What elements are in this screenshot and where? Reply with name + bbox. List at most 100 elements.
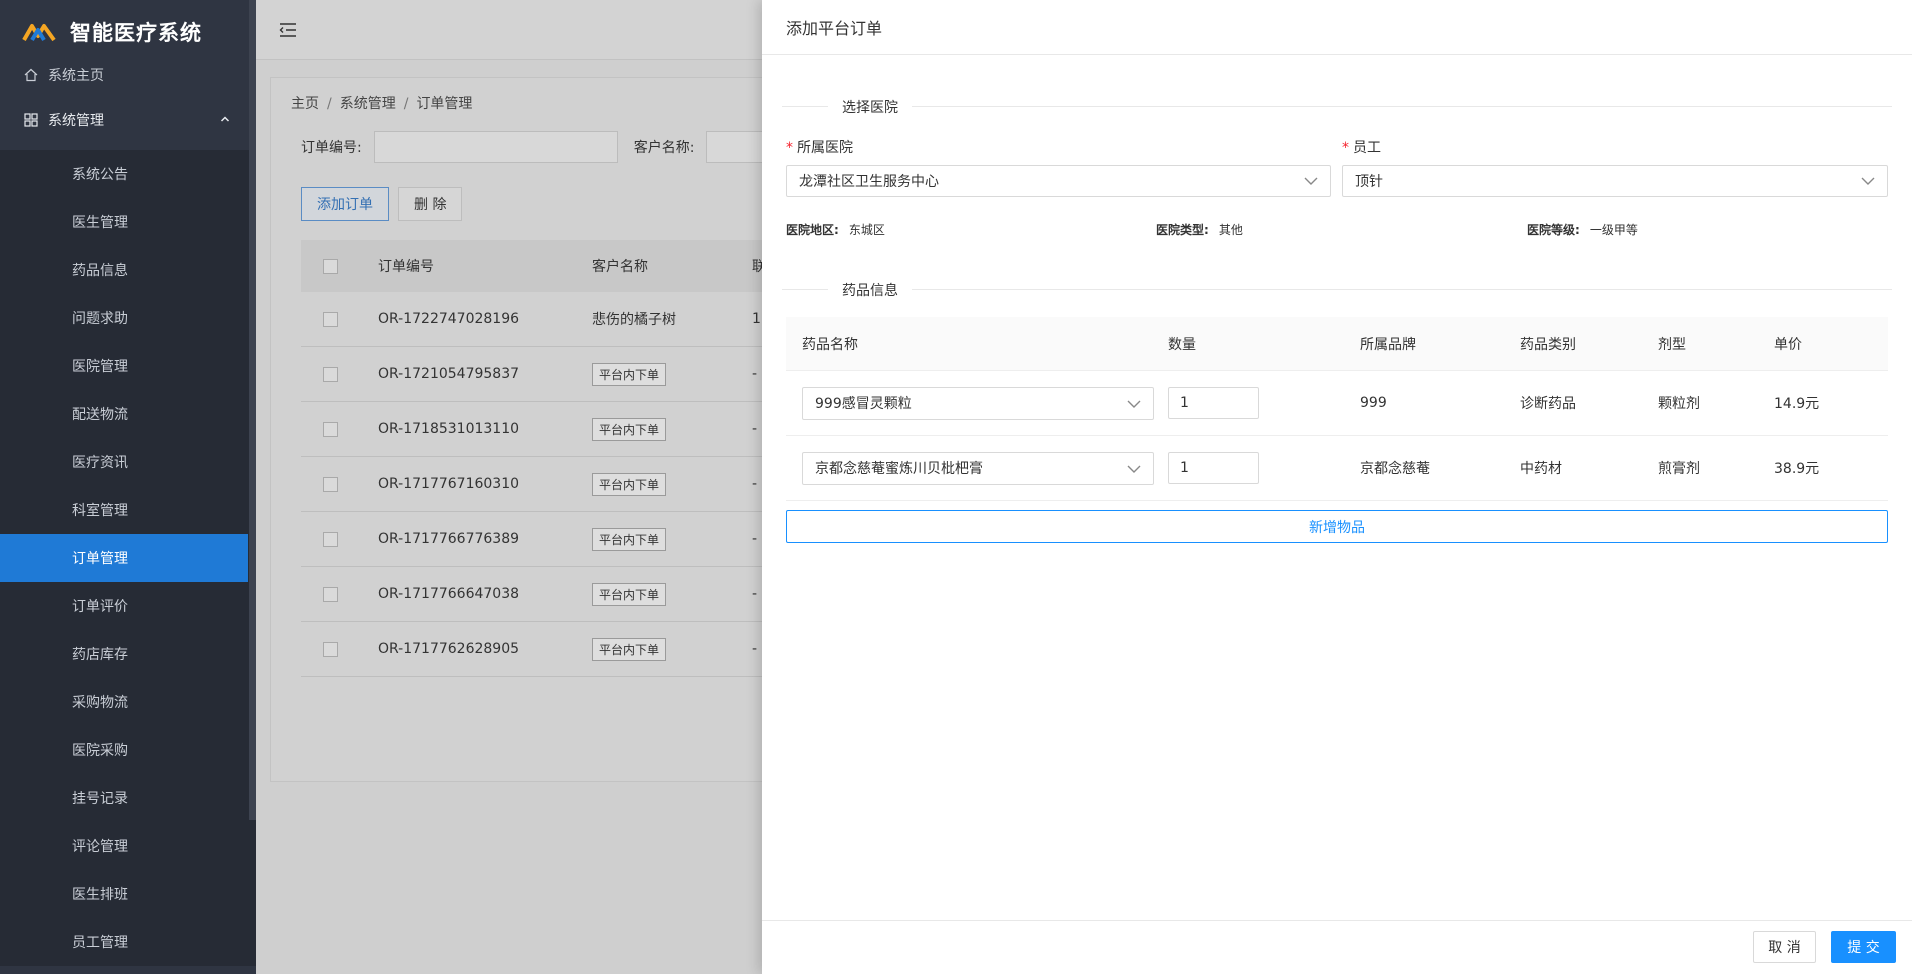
row-order-code: OR-1721054795837 xyxy=(378,366,520,382)
sidebar-item-doctors[interactable]: 医生管理 xyxy=(0,198,256,246)
hospital-select[interactable]: 龙潭社区卫生服务中心 xyxy=(786,165,1331,197)
order-code-input[interactable] xyxy=(373,131,618,163)
sidebar-item-label: 药店库存 xyxy=(72,647,128,663)
sidebar-item-label: 采购物流 xyxy=(72,695,128,711)
row-checkbox[interactable] xyxy=(323,476,338,492)
row-customer-tag: 平台内下单 xyxy=(592,582,667,606)
row-customer-tag: 平台内下单 xyxy=(592,362,667,386)
row-customer-tag: 平台内下单 xyxy=(592,417,667,441)
sidebar-item-medicine-info[interactable]: 药品信息 xyxy=(0,246,256,294)
row-checkbox[interactable] xyxy=(323,586,338,602)
cancel-button[interactable]: 取 消 xyxy=(1753,931,1816,963)
chevron-down-icon xyxy=(1304,177,1318,185)
hospital-level: 医院等级: 一级甲等 xyxy=(1527,223,1638,237)
medicine-select[interactable]: 999感冒灵颗粒 xyxy=(802,386,1154,420)
row-order-code: OR-1717766776389 xyxy=(378,531,520,547)
row-checkbox[interactable] xyxy=(323,421,338,437)
breadcrumb-home[interactable]: 主页 xyxy=(291,96,319,112)
customer-name-label: 客户名称: xyxy=(633,140,695,156)
medicine-dosage-form: 颗粒剂 xyxy=(1658,396,1700,412)
medicine-table-header: 药品名称 数量 所属品牌 药品类别 剂型 单价 xyxy=(786,317,1888,371)
row-order-code: OR-1718531013110 xyxy=(378,421,520,437)
quantity-input[interactable]: 1 xyxy=(1168,387,1259,419)
select-all-checkbox[interactable] xyxy=(323,258,338,274)
row-customer-tag: 平台内下单 xyxy=(592,472,667,496)
header-category: 药品类别 xyxy=(1520,336,1576,353)
sidebar-item-label: 挂号记录 xyxy=(72,791,128,807)
row-extra: - xyxy=(752,586,758,602)
chevron-up-icon xyxy=(220,116,230,122)
quantity-input[interactable]: 1 xyxy=(1168,452,1259,484)
section-title-medicine: 药品信息 xyxy=(828,280,912,300)
sidebar-item-label: 科室管理 xyxy=(72,503,128,519)
row-checkbox[interactable] xyxy=(323,366,338,382)
row-checkbox[interactable] xyxy=(323,641,338,657)
sidebar-item-hospital-purchase[interactable]: 医院采购 xyxy=(0,726,256,774)
header-medicine-name: 药品名称 xyxy=(802,336,858,353)
drawer-footer: 取 消 提 交 xyxy=(762,920,1912,974)
sidebar-item-announcement[interactable]: 系统公告 xyxy=(0,150,256,198)
sidebar-item-registrations[interactable]: 挂号记录 xyxy=(0,774,256,822)
sidebar-item-staff[interactable]: 员工管理 xyxy=(0,918,256,966)
sidebar-item-label: 系统公告 xyxy=(72,167,128,183)
sidebar-item-label: 问题求助 xyxy=(72,311,128,327)
section-title-hospital: 选择医院 xyxy=(828,97,912,117)
delete-button[interactable]: 删 除 xyxy=(398,187,463,221)
sidebar-item-label: 医生排班 xyxy=(72,887,128,903)
add-item-button[interactable]: 新增物品 xyxy=(786,510,1888,543)
customer-name-input[interactable] xyxy=(706,131,767,163)
breadcrumb: 主页 / 系统管理 / 订单管理 xyxy=(291,96,473,112)
row-checkbox[interactable] xyxy=(323,311,338,327)
row-order-code: OR-1717762628905 xyxy=(378,641,520,657)
medicine-category: 中药材 xyxy=(1520,461,1562,477)
sidebar-item-order-reviews[interactable]: 订单评价 xyxy=(0,582,256,630)
menu-fold-icon[interactable] xyxy=(278,20,298,40)
brand: 智能医疗系统 xyxy=(0,0,256,64)
header-dosage-form: 剂型 xyxy=(1658,336,1686,353)
row-checkbox[interactable] xyxy=(323,531,338,547)
staff-select[interactable]: 顶针 xyxy=(1342,165,1888,197)
section-divider-medicine xyxy=(782,289,1892,290)
medicine-brand: 999 xyxy=(1360,395,1387,411)
row-customer-tag: 平台内下单 xyxy=(592,637,667,661)
sidebar-item-news[interactable]: 医疗资讯 xyxy=(0,438,256,486)
sidebar-item-doctor-schedule[interactable]: 医生排班 xyxy=(0,870,256,918)
home-icon xyxy=(24,68,38,82)
drawer-header: 添加平台订单 xyxy=(762,0,1912,55)
header-customer: 客户名称 xyxy=(592,259,648,275)
sidebar-item-label: 订单评价 xyxy=(72,599,128,615)
medicine-unit-price: 14.9元 xyxy=(1774,396,1820,412)
breadcrumb-system[interactable]: 系统管理 xyxy=(340,96,396,112)
row-extra: - xyxy=(752,641,758,657)
nav-group-label: 系统管理 xyxy=(48,113,104,129)
medicine-select[interactable]: 京都念慈菴蜜炼川贝枇杷膏 xyxy=(802,451,1154,485)
sidebar-item-pharmacy-stock[interactable]: 药店库存 xyxy=(0,630,256,678)
add-order-button[interactable]: 添加订单 xyxy=(301,187,389,221)
sidebar-item-comments[interactable]: 评论管理 xyxy=(0,822,256,870)
order-code-label: 订单编号: xyxy=(301,140,362,156)
medicine-category: 诊断药品 xyxy=(1520,396,1576,412)
sidebar-item-label: 订单管理 xyxy=(72,551,128,567)
medicine-row: 京都念慈菴蜜炼川贝枇杷膏 1 京都念慈菴 中药材 煎膏剂 38.9元 xyxy=(786,436,1888,501)
medicine-select-value: 京都念慈菴蜜炼川贝枇杷膏 xyxy=(815,461,983,477)
sidebar-item-label: 药品信息 xyxy=(72,263,128,279)
sidebar-item-purchase-logistics[interactable]: 采购物流 xyxy=(0,678,256,726)
sidebar-item-orders[interactable]: 订单管理 xyxy=(0,534,248,582)
sidebar-scrollbar[interactable] xyxy=(249,0,256,820)
drawer-title: 添加平台订单 xyxy=(786,19,883,38)
chevron-down-icon xyxy=(1127,400,1141,408)
nav-home[interactable]: 系统主页 xyxy=(0,60,256,90)
sidebar-item-hospitals[interactable]: 医院管理 xyxy=(0,342,256,390)
sidebar-item-help[interactable]: 问题求助 xyxy=(0,294,256,342)
sidebar-item-label: 配送物流 xyxy=(72,407,128,423)
sidebar-item-departments[interactable]: 科室管理 xyxy=(0,486,256,534)
sidebar-item-label: 医生管理 xyxy=(72,215,128,231)
nav-group-system[interactable]: 系统管理 xyxy=(0,90,256,150)
submit-button[interactable]: 提 交 xyxy=(1831,931,1896,963)
section-divider-hospital xyxy=(782,106,1892,107)
row-extra: - xyxy=(752,366,758,382)
grid-icon xyxy=(24,113,38,127)
row-customer: 悲伤的橘子树 xyxy=(592,312,676,328)
sidebar-item-logistics[interactable]: 配送物流 xyxy=(0,390,256,438)
submenu: 系统公告 医生管理 药品信息 问题求助 医院管理 配送物流 医疗资讯 科室管理 … xyxy=(0,150,256,966)
